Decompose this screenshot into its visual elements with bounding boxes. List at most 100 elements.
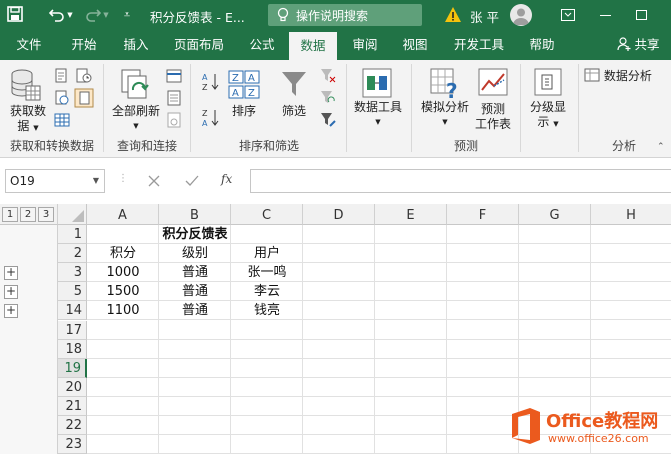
minimize-button[interactable] <box>594 0 616 30</box>
tab-review[interactable]: 审阅 <box>343 30 387 60</box>
cell-c1[interactable] <box>231 225 303 244</box>
cell-d5[interactable] <box>303 282 375 301</box>
from-web-icon[interactable] <box>54 90 70 106</box>
cell-g5[interactable] <box>519 282 591 301</box>
redo-button[interactable]: ▼ <box>84 0 110 30</box>
tell-me-search[interactable]: 操作说明搜索 <box>268 4 422 26</box>
share-button[interactable]: 共享 <box>610 30 666 60</box>
cell-d17[interactable] <box>303 321 375 340</box>
cell-d18[interactable] <box>303 340 375 359</box>
ribbon-display-options-button[interactable] <box>557 0 579 30</box>
cell-h2[interactable] <box>591 244 671 263</box>
cell-g19[interactable] <box>519 359 591 378</box>
cell-c17[interactable] <box>231 321 303 340</box>
cell-a3[interactable]: 1000 <box>87 263 159 282</box>
cell-g2[interactable] <box>519 244 591 263</box>
row-header-3[interactable]: 3 <box>58 263 87 283</box>
cell-c19[interactable] <box>231 359 303 378</box>
tab-developer[interactable]: 开发工具 <box>446 30 512 60</box>
tab-data[interactable]: 数据 <box>289 32 337 60</box>
tab-view[interactable]: 视图 <box>393 30 437 60</box>
name-box[interactable]: O19 ▼ <box>5 169 105 193</box>
cell-b22[interactable] <box>159 416 231 435</box>
column-header-a[interactable]: A <box>87 204 159 225</box>
cell-h20[interactable] <box>591 378 671 397</box>
row-header-21[interactable]: 21 <box>58 396 87 416</box>
cell-a23[interactable] <box>87 435 159 454</box>
column-header-g[interactable]: G <box>519 204 591 225</box>
sort-button[interactable]: 排序 <box>226 104 262 119</box>
cell-e17[interactable] <box>375 321 447 340</box>
cell-e19[interactable] <box>375 359 447 378</box>
cell-e18[interactable] <box>375 340 447 359</box>
cell-f19[interactable] <box>447 359 519 378</box>
advanced-filter-icon[interactable] <box>320 112 336 128</box>
cell-g17[interactable] <box>519 321 591 340</box>
cell-d14[interactable] <box>303 301 375 320</box>
row-header-18[interactable]: 18 <box>58 339 87 359</box>
cell-h14[interactable] <box>591 301 671 320</box>
select-all-button[interactable] <box>58 204 87 225</box>
tab-formulas[interactable]: 公式 <box>240 30 284 60</box>
cell-f3[interactable] <box>447 263 519 282</box>
filter-button[interactable]: 筛选 <box>276 104 312 119</box>
tab-insert[interactable]: 插入 <box>114 30 158 60</box>
cell-c23[interactable] <box>231 435 303 454</box>
cell-g14[interactable] <box>519 301 591 320</box>
enter-icon[interactable] <box>185 175 199 187</box>
cell-g18[interactable] <box>519 340 591 359</box>
cell-d2[interactable] <box>303 244 375 263</box>
row-header-14[interactable]: 14 <box>58 301 87 321</box>
data-tools-button[interactable]: 数据工具 ▼ <box>350 100 406 130</box>
undo-dropdown-icon[interactable]: ▼ <box>67 11 72 19</box>
cell-c14[interactable]: 钱亮 <box>231 301 303 320</box>
from-text-icon[interactable] <box>54 68 70 84</box>
cell-f1[interactable] <box>447 225 519 244</box>
cell-a2[interactable]: 积分 <box>87 244 159 263</box>
save-icon[interactable] <box>7 6 23 22</box>
cell-g20[interactable] <box>519 378 591 397</box>
clear-filter-icon[interactable] <box>320 68 336 84</box>
warning-icon[interactable] <box>444 6 462 23</box>
row-header-1[interactable]: 1 <box>58 225 87 245</box>
tab-page-layout[interactable]: 页面布局 <box>166 30 232 60</box>
cell-d21[interactable] <box>303 397 375 416</box>
undo-button[interactable]: ▼ <box>48 0 74 30</box>
cell-e23[interactable] <box>375 435 447 454</box>
formula-input[interactable] <box>250 169 671 193</box>
cell-b2[interactable]: 级别 <box>159 244 231 263</box>
cell-c20[interactable] <box>231 378 303 397</box>
column-header-d[interactable]: D <box>303 204 375 225</box>
column-header-e[interactable]: E <box>375 204 447 225</box>
cell-f2[interactable] <box>447 244 519 263</box>
collapse-ribbon-icon[interactable]: ⌃ <box>657 142 665 152</box>
cell-d3[interactable] <box>303 263 375 282</box>
properties-icon[interactable] <box>166 90 182 106</box>
column-header-f[interactable]: F <box>447 204 519 225</box>
cell-b23[interactable] <box>159 435 231 454</box>
column-header-b[interactable]: B <box>159 204 231 225</box>
outline-level-2-button[interactable]: 2 <box>20 207 36 222</box>
name-box-dropdown-icon[interactable]: ▼ <box>93 170 99 192</box>
outline-button[interactable]: 分级显 示 ▼ <box>524 100 572 132</box>
edit-links-icon[interactable] <box>166 112 182 128</box>
cell-d20[interactable] <box>303 378 375 397</box>
outline-level-3-button[interactable]: 3 <box>38 207 54 222</box>
cell-b19[interactable] <box>159 359 231 378</box>
avatar[interactable] <box>510 4 532 26</box>
cell-c5[interactable]: 李云 <box>231 282 303 301</box>
row-header-17[interactable]: 17 <box>58 320 87 340</box>
cell-e20[interactable] <box>375 378 447 397</box>
recent-sources-icon[interactable] <box>76 68 92 84</box>
row-header-23[interactable]: 23 <box>58 435 87 454</box>
column-header-c[interactable]: C <box>231 204 303 225</box>
existing-connections-icon[interactable] <box>74 88 94 108</box>
cell-b18[interactable] <box>159 340 231 359</box>
cancel-icon[interactable] <box>148 175 160 187</box>
cell-f18[interactable] <box>447 340 519 359</box>
cell-b21[interactable] <box>159 397 231 416</box>
cell-e2[interactable] <box>375 244 447 263</box>
cell-h17[interactable] <box>591 321 671 340</box>
cell-b3[interactable]: 普通 <box>159 263 231 282</box>
cell-h1[interactable] <box>591 225 671 244</box>
